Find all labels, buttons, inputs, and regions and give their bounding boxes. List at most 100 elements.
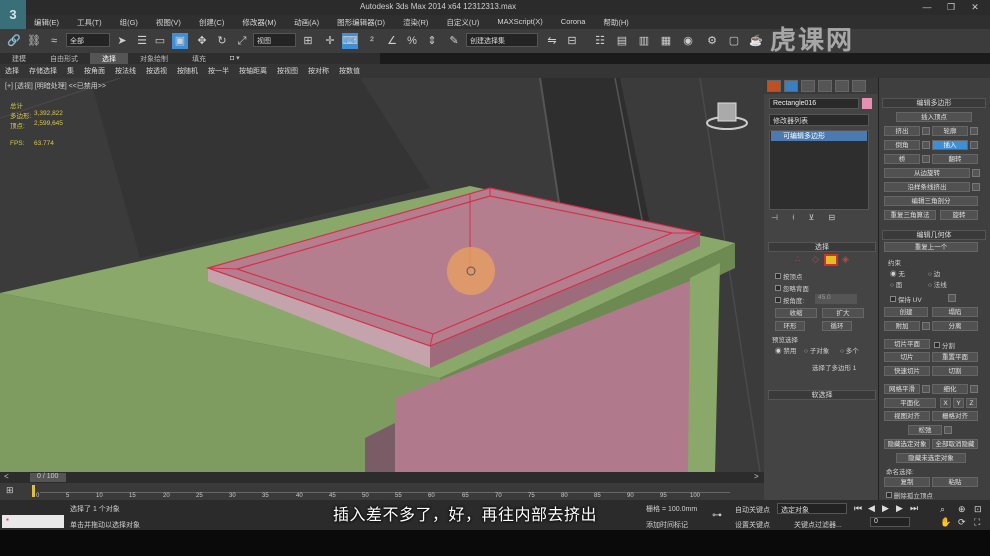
add-time-tag[interactable]: 添加时间标记 [646,520,688,530]
extrude-spline-settings-icon[interactable] [972,183,980,191]
slice-button[interactable]: 切片 [884,352,930,362]
move-icon[interactable]: ✥ [194,33,210,49]
pivot-icon[interactable]: ⊞ [300,33,316,49]
tab-options[interactable]: ◘ ▾ [218,53,252,64]
selection-rollout-header[interactable]: 选择 [768,242,876,252]
material-editor-icon[interactable]: ◉ [680,33,696,49]
outline-button[interactable]: 轮廓 [932,126,968,136]
prev-frame-icon[interactable]: < [4,472,9,481]
ring-button[interactable]: 环形 [775,321,805,331]
object-name-field[interactable]: Rectangle016 [769,98,859,109]
preview-off-option[interactable]: ◉ 禁用 [775,345,796,355]
zoom-all-icon[interactable]: ⊕ [958,504,966,515]
ignore-backfacing-option[interactable]: 忽略背面 [775,283,809,293]
menu-tools[interactable]: 工具(T) [69,15,112,29]
copy-selection-button[interactable]: 复制 [884,477,930,487]
key-filters-button[interactable]: 关键点过滤器... [794,520,842,530]
preview-multi-option[interactable]: ○ 多个 [840,345,859,355]
window-crossing-icon[interactable]: ▣ [172,33,188,49]
ribbon-store-selection[interactable]: 存储选择 [24,64,62,78]
select-manipulate-icon[interactable]: ✛ [322,33,338,49]
ribbon-set[interactable]: 集 [62,64,79,78]
ribbon-by-symmetry[interactable]: 按对称 [303,64,334,78]
paste-selection-button[interactable]: 粘贴 [932,477,978,487]
angle-spinner[interactable]: 45.0 [815,294,857,304]
mirror-icon[interactable]: ⇋ [544,33,560,49]
render-icon[interactable]: ☕ [748,33,764,49]
soft-selection-rollout-header[interactable]: 软选择 [768,390,876,400]
object-color-swatch[interactable] [862,98,872,109]
snap-toggle-icon[interactable]: ² [364,33,380,49]
pan-icon[interactable]: ✋ [940,517,951,528]
menu-customize[interactable]: 自定义(U) [438,15,489,29]
tessellate-button[interactable]: 细化 [932,384,968,394]
create-button[interactable]: 创建 [884,307,928,317]
zoom-icon[interactable]: ⌕ [940,504,945,515]
retriangulate-button[interactable]: 重复三角算法 [884,210,936,220]
grow-button[interactable]: 扩大 [822,308,864,318]
planar-y-button[interactable]: Y [953,398,964,408]
close-button[interactable]: ✕ [964,1,986,13]
menu-maxscript[interactable]: MAXScript(X) [489,15,552,29]
menu-corona[interactable]: Corona [553,15,596,29]
keyboard-shortcut-icon[interactable]: ⌨ [342,33,358,49]
polygon-mode-icon[interactable] [824,254,838,266]
modify-tab-icon[interactable] [784,80,798,92]
ribbon-by-random[interactable]: 按随机 [172,64,203,78]
make-planar-button[interactable]: 平面化 [884,398,936,408]
planar-x-button[interactable]: X [940,398,951,408]
minimize-button[interactable]: — [916,1,938,13]
tab-populate[interactable]: 填充 [180,53,218,64]
constraint-edge-option[interactable]: ○ 边 [928,268,940,278]
menu-group[interactable]: 组(G) [112,15,148,29]
inset-button[interactable]: 插入 [932,140,968,150]
shrink-button[interactable]: 收缩 [775,308,817,318]
collapse-button[interactable]: 塌陷 [932,307,978,317]
ribbon-by-view[interactable]: 按视图 [272,64,303,78]
turn-button[interactable]: 旋转 [940,210,978,220]
tab-object-paint[interactable]: 对象绘制 [128,53,180,64]
next-key-icon[interactable]: ▶ [896,503,903,514]
extrude-along-spline-button[interactable]: 沿样条线挤出 [884,182,970,192]
display-tab-icon[interactable] [835,80,849,92]
bind-spacewarp-icon[interactable]: ≈ [46,33,62,49]
inset-settings-icon[interactable] [970,141,978,149]
motion-tab-icon[interactable] [818,80,832,92]
ribbon-select[interactable]: 选择 [0,64,24,78]
edit-named-selection-icon[interactable]: ✎ [446,33,462,49]
scale-icon[interactable]: ⤢ [234,33,250,49]
tab-modeling[interactable]: 建模 [0,53,38,64]
maximize-button[interactable]: ❐ [940,1,962,13]
meshsmooth-settings-icon[interactable] [922,385,930,393]
ribbon-by-half[interactable]: 按一半 [203,64,234,78]
constraint-none-option[interactable]: ◉ 无 [890,268,905,278]
slice-plane-button[interactable]: 切片平面 [884,339,930,349]
edit-geometry-rollout-header[interactable]: 编辑几何体 [882,230,986,240]
maxscript-listener[interactable]: ▪ [2,515,64,528]
attach-settings-icon[interactable] [922,322,930,330]
edit-polygons-rollout-header[interactable]: 编辑多边形 [882,98,986,108]
modifier-stack[interactable] [769,130,869,210]
app-logo[interactable]: 3 [0,0,26,30]
repeat-last-button[interactable]: 重复上一个 [884,242,978,252]
go-to-start-icon[interactable]: ⏮ [854,503,862,514]
relax-button[interactable]: 松弛 [908,425,942,435]
tab-selection[interactable]: 选择 [90,53,128,64]
planar-z-button[interactable]: Z [966,398,977,408]
graphite-toggle-icon[interactable]: ▤ [614,33,630,49]
bridge-settings-icon[interactable] [922,155,930,163]
percent-snap-icon[interactable]: % [404,33,420,49]
hierarchy-tab-icon[interactable] [801,80,815,92]
outline-settings-icon[interactable] [970,127,978,135]
bevel-button[interactable]: 倒角 [884,140,920,150]
by-angle-option[interactable]: 按角度: [775,295,804,305]
angle-snap-icon[interactable]: ∠ [384,33,400,49]
viewport-label[interactable]: [+] [透视] [明暗处理] <<已禁用>> [5,81,106,91]
view-align-button[interactable]: 视图对齐 [884,411,930,421]
ribbon-by-normal[interactable]: 按法线 [110,64,141,78]
layer-manager-icon[interactable]: ☷ [592,33,608,49]
key-mode-dropdown[interactable]: 选定对象 [777,503,847,514]
curve-editor-icon[interactable]: ▥ [636,33,652,49]
quickslice-button[interactable]: 快速切片 [884,366,930,376]
menu-modifiers[interactable]: 修改器(M) [234,15,286,29]
